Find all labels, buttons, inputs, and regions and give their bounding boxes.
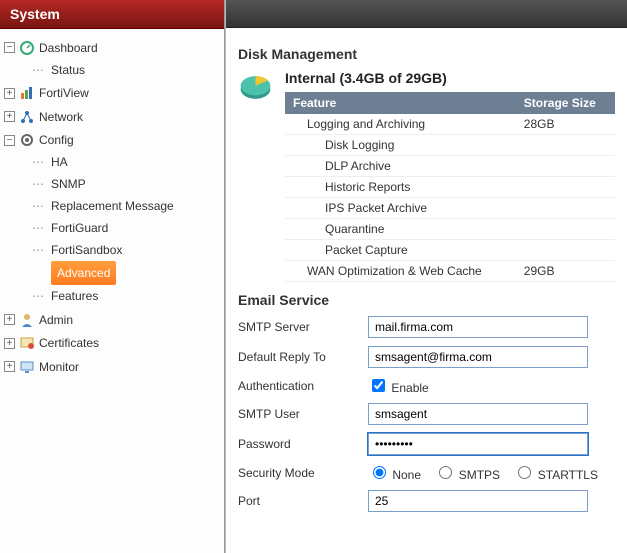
expand-icon[interactable]: + [4,314,15,325]
smtp-server-input[interactable] [368,316,588,338]
nav-label: Dashboard [39,37,98,59]
collapse-icon[interactable]: − [4,135,15,146]
nav-label: HA [51,151,68,173]
tree-connector-icon: ⋯ [32,195,45,217]
nav-label: Monitor [39,356,79,378]
label-enable: Enable [391,381,428,395]
password-input[interactable] [368,433,588,455]
pie-chart-icon [238,70,273,110]
nav-item-features[interactable]: ⋯ Features [32,285,98,307]
nav-label: Config [39,129,74,151]
dashboard-icon [19,40,35,56]
email-section-title: Email Service [238,292,615,308]
nav-item-status[interactable]: ⋯ Status [32,59,85,81]
nav-label: SNMP [51,173,86,195]
label-reply-to: Default Reply To [238,350,358,364]
nav-item-replacement-message[interactable]: ⋯ Replacement Message [32,195,174,217]
smtp-user-input[interactable] [368,403,588,425]
nav-label: FortiView [39,82,89,104]
nav-label: Replacement Message [51,195,174,217]
table-row: Logging and Archiving28GB [285,114,615,135]
reply-to-input[interactable] [368,346,588,368]
tree-connector-icon: ⋯ [32,173,45,195]
nav-label: FortiGuard [51,217,108,239]
chart-bar-icon [19,85,35,101]
label-smtp-server: SMTP Server [238,320,358,334]
nav-item-fortisandbox[interactable]: ⋯ FortiSandbox [32,239,122,261]
expand-icon[interactable]: + [4,111,15,122]
nav-label: FortiSandbox [51,239,122,261]
nav-item-advanced[interactable]: ⋯ Advanced [32,261,116,285]
tree-connector-icon: ⋯ [32,262,45,284]
expand-icon[interactable]: + [4,338,15,349]
label-smtp-user: SMTP User [238,407,358,421]
nav-label: Network [39,106,83,128]
security-none-radio[interactable] [373,466,386,479]
nav-item-config[interactable]: − Config [4,129,74,151]
disk-internal-title: Internal (3.4GB of 29GB) [285,70,615,86]
col-feature: Feature [285,92,516,114]
table-row: Packet Capture [285,240,615,261]
nav-tree: − Dashboard ⋯ Status + FortiView [0,29,224,384]
label-password: Password [238,437,358,451]
nav-item-certificates[interactable]: + Certificates [4,332,99,354]
table-row: DLP Archive [285,156,615,177]
nav-item-dashboard[interactable]: − Dashboard [4,37,98,59]
nav-label: Advanced [51,261,116,285]
security-smtps-radio[interactable] [439,466,452,479]
main-content: Disk Management Internal (3.4GB of 29GB)… [225,0,627,553]
nav-item-snmp[interactable]: ⋯ SNMP [32,173,86,195]
tree-connector-icon: ⋯ [32,217,45,239]
nav-item-network[interactable]: + Network [4,106,83,128]
expand-icon[interactable]: + [4,361,15,372]
monitor-icon [19,359,35,375]
nav-item-fortiview[interactable]: + FortiView [4,82,89,104]
nav-label: Certificates [39,332,99,354]
table-row: Quarantine [285,219,615,240]
disk-feature-table: Feature Storage Size Logging and Archivi… [285,92,615,282]
auth-enable-checkbox[interactable] [372,379,385,392]
col-storage: Storage Size [516,92,615,114]
nav-item-ha[interactable]: ⋯ HA [32,151,68,173]
tree-connector-icon: ⋯ [32,239,45,261]
table-row: WAN Optimization & Web Cache29GB [285,261,615,282]
collapse-icon[interactable]: − [4,42,15,53]
toolbar [226,0,627,28]
network-icon [19,109,35,125]
label-port: Port [238,494,358,508]
table-row: Disk Logging [285,135,615,156]
nav-label: Features [51,285,98,307]
nav-label: Status [51,59,85,81]
sidebar: System − Dashboard ⋯ Status + [0,0,225,553]
label-authentication: Authentication [238,379,358,393]
expand-icon[interactable]: + [4,88,15,99]
table-row: IPS Packet Archive [285,198,615,219]
table-row: Historic Reports [285,177,615,198]
nav-label: Admin [39,309,73,331]
port-input[interactable] [368,490,588,512]
nav-item-monitor[interactable]: + Monitor [4,356,79,378]
label-security-mode: Security Mode [238,466,358,480]
tree-connector-icon: ⋯ [32,59,45,81]
certificate-icon [19,335,35,351]
user-icon [19,312,35,328]
nav-item-fortiguard[interactable]: ⋯ FortiGuard [32,217,108,239]
tree-connector-icon: ⋯ [32,151,45,173]
disk-section-title: Disk Management [238,46,615,62]
sidebar-title: System [0,0,224,29]
email-form: SMTP Server Default Reply To Authenticat… [238,316,615,512]
tree-connector-icon: ⋯ [32,285,45,307]
gear-icon [19,132,35,148]
nav-item-admin[interactable]: + Admin [4,309,73,331]
security-starttls-radio[interactable] [518,466,531,479]
